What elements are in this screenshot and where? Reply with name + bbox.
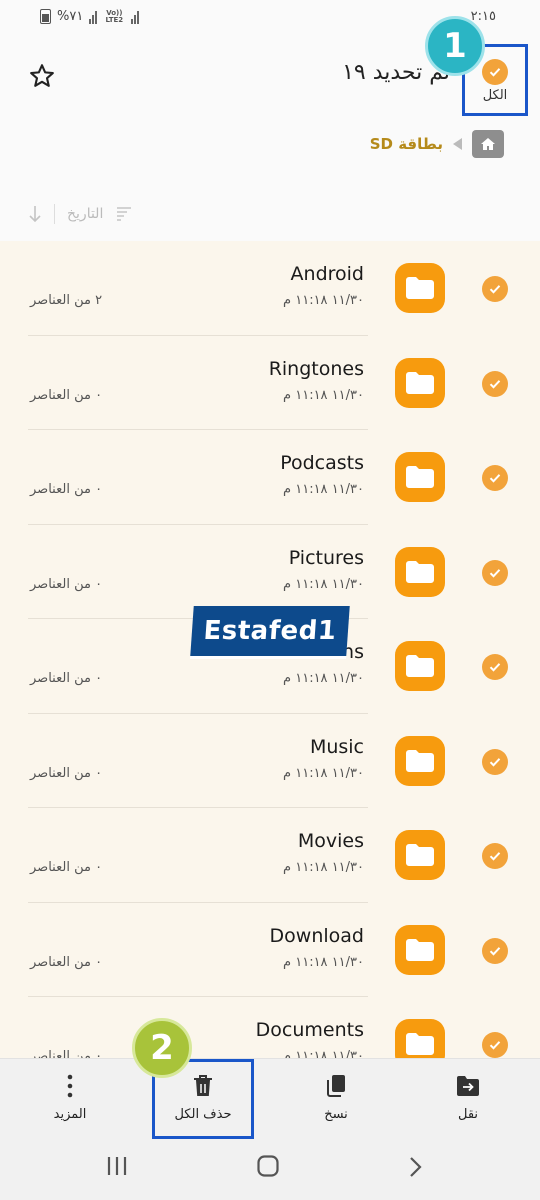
folder-row[interactable]: Android ١١/٣٠ ١١:١٨ م ٢ من العناصر xyxy=(0,241,540,336)
folder-icon xyxy=(395,641,445,691)
network-type: Vo)) LTE2 xyxy=(105,8,124,24)
signal-icon xyxy=(89,10,98,24)
folder-name: Music xyxy=(309,735,364,758)
folder-name: Ringtones xyxy=(268,357,364,380)
folder-item-count: ٠ من العناصر xyxy=(30,482,103,497)
step-badge-2: 2 xyxy=(132,1018,192,1078)
folder-date: ١١/٣٠ ١١:١٨ م xyxy=(283,387,364,403)
folder-date: ١١/٣٠ ١١:١٨ م xyxy=(283,860,364,875)
step-badge-1: 1 xyxy=(425,16,485,76)
status-left: %٧١ Vo)) LTE2 xyxy=(40,8,140,24)
check-icon[interactable] xyxy=(482,370,508,397)
folder-name: Download xyxy=(269,924,364,947)
recent-apps-icon[interactable] xyxy=(106,1156,128,1176)
clock: ٢:١٥ xyxy=(470,9,496,24)
sort-label[interactable]: التاريخ xyxy=(67,206,103,222)
battery-icon xyxy=(40,9,51,24)
screen: %٧١ Vo)) LTE2 ٢:١٥ تم تحديد ١٩ الكل 1 بط… xyxy=(0,0,540,1200)
sort-divider xyxy=(54,204,55,224)
star-icon[interactable] xyxy=(28,62,56,90)
folder-name: Documents xyxy=(255,1019,364,1041)
folder-item-count: ٠ من العناصر xyxy=(30,387,103,403)
signal-icon-2 xyxy=(131,10,140,24)
folder-row[interactable]: Documents ١١/٣٠ ١١:١٨ م ٠ من العناصر xyxy=(0,997,540,1058)
folder-item-count: ٠ من العناصر xyxy=(30,954,103,970)
folder-item-count: ٠ من العناصر xyxy=(30,671,103,686)
move-button[interactable]: نقل xyxy=(423,1073,513,1122)
folder-name: Pictures xyxy=(288,546,364,569)
folder-row[interactable]: Music ١١/٣٠ ١١:١٨ م ٠ من العناصر xyxy=(0,714,540,808)
copy-icon xyxy=(327,1075,345,1097)
select-all-label: الكل xyxy=(482,88,508,103)
folder-item-count: ٠ من العناصر xyxy=(30,576,103,592)
bottom-action-bar: المزيد حذف الكل نسخ نقل xyxy=(0,1058,540,1140)
copy-label: نسخ xyxy=(324,1107,348,1122)
folder-item-count: ٢ من العناصر xyxy=(30,293,103,308)
folder-date: ١١/٣٠ ١١:١٨ م xyxy=(283,954,364,970)
check-icon[interactable] xyxy=(482,843,508,869)
folder-icon xyxy=(395,1019,445,1058)
back-icon[interactable] xyxy=(408,1156,422,1178)
breadcrumb-arrow-icon xyxy=(453,138,462,150)
more-vertical-icon xyxy=(67,1074,73,1098)
folder-item-count: ٠ من العناصر xyxy=(30,765,103,781)
more-button[interactable]: المزيد xyxy=(25,1073,115,1122)
folder-row[interactable]: Podcasts ١١/٣٠ ١١:١٨ م ٠ من العناصر xyxy=(0,430,540,525)
folder-row[interactable]: Ringtones ١١/٣٠ ١١:١٨ م ٠ من العناصر xyxy=(0,336,540,430)
folder-date: ١١/٣٠ ١١:١٨ م xyxy=(283,482,364,497)
sort-icon[interactable] xyxy=(115,206,133,222)
folder-date: ١١/٣٠ ١١:١٨ م xyxy=(283,671,364,686)
check-icon[interactable] xyxy=(482,937,508,964)
check-icon[interactable] xyxy=(482,465,508,491)
folder-item-count: ٠ من العناصر xyxy=(30,860,103,875)
folder-icon xyxy=(395,263,445,313)
folder-icon xyxy=(395,452,445,502)
folder-item-count: ٠ من العناصر xyxy=(30,1049,103,1058)
folder-icon xyxy=(395,546,445,597)
folder-row[interactable]: Movies ١١/٣٠ ١١:١٨ م ٠ من العناصر xyxy=(0,808,540,903)
folder-row[interactable]: Pictures ١١/٣٠ ١١:١٨ م ٠ من العناصر xyxy=(0,525,540,619)
folder-date: ١١/٣٠ ١١:١٨ م xyxy=(283,765,364,781)
sort-direction-icon[interactable] xyxy=(28,205,42,223)
folder-icon xyxy=(395,357,445,408)
check-icon[interactable] xyxy=(482,276,508,302)
folder-icon xyxy=(395,735,445,786)
breadcrumb-location[interactable]: بطاقة SD xyxy=(370,135,443,153)
check-icon[interactable] xyxy=(482,1032,508,1058)
more-label: المزيد xyxy=(53,1107,87,1122)
check-icon[interactable] xyxy=(482,559,508,586)
folder-icon xyxy=(395,924,445,975)
delete-all-label: حذف الكل xyxy=(174,1107,232,1122)
check-icon[interactable] xyxy=(482,654,508,680)
watermark: Estafed1 xyxy=(190,606,350,656)
folder-row[interactable]: Download ١١/٣٠ ١١:١٨ م ٠ من العناصر xyxy=(0,903,540,997)
folder-date: ١١/٣٠ ١١:١٨ م xyxy=(283,1049,364,1058)
trash-icon xyxy=(194,1075,212,1096)
battery-level: %٧١ xyxy=(57,9,84,24)
breadcrumb: بطاقة SD xyxy=(370,130,504,158)
move-icon xyxy=(457,1076,479,1096)
folder-name: Movies xyxy=(297,830,364,852)
home-nav-icon[interactable] xyxy=(256,1154,280,1178)
check-icon[interactable] xyxy=(482,748,508,775)
sort-bar: التاريخ xyxy=(28,204,133,224)
folder-icon xyxy=(395,830,445,880)
folder-name: Podcasts xyxy=(280,452,364,474)
move-label: نقل xyxy=(457,1107,479,1122)
system-nav-bar xyxy=(0,1140,540,1200)
check-icon xyxy=(482,59,508,85)
folder-date: ١١/٣٠ ١١:١٨ م xyxy=(283,293,364,308)
folder-name: Android xyxy=(290,263,364,285)
copy-button[interactable]: نسخ xyxy=(291,1073,381,1122)
folder-date: ١١/٣٠ ١١:١٨ م xyxy=(283,576,364,592)
home-icon[interactable] xyxy=(472,130,504,158)
